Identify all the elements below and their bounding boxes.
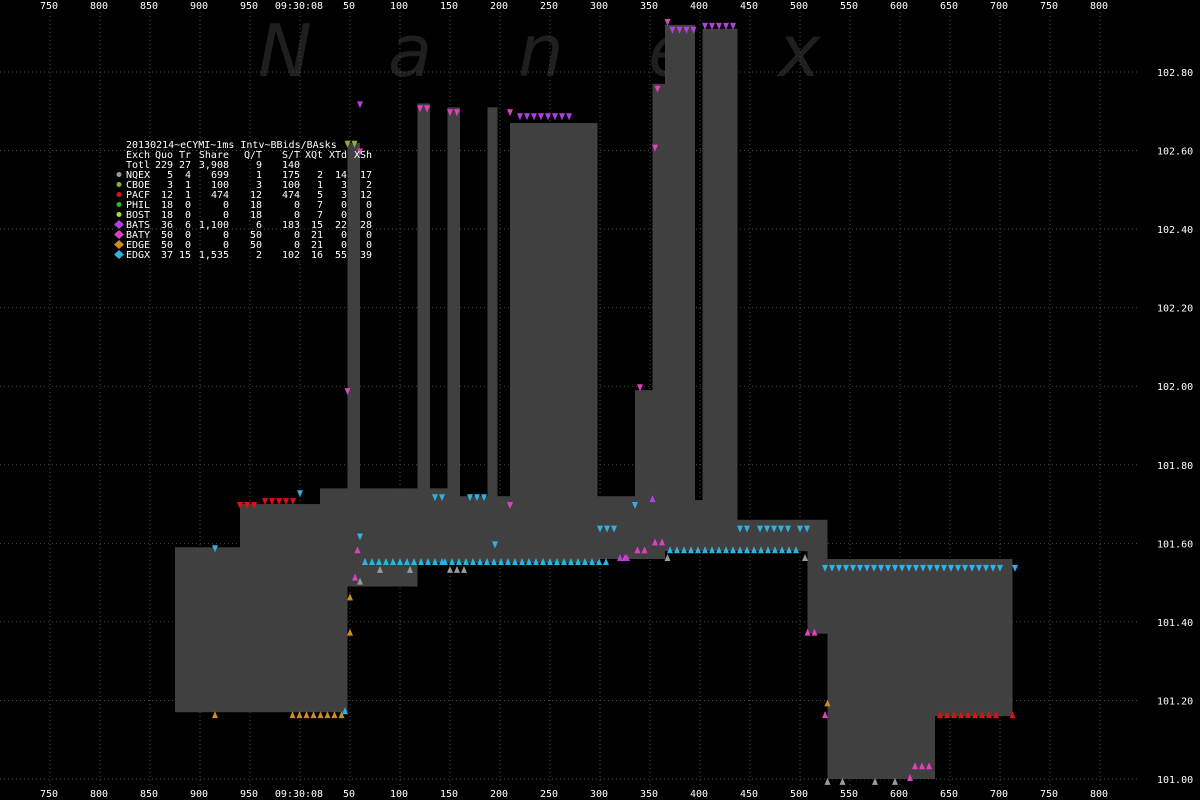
legend-circle-marker — [116, 192, 122, 197]
x-tick-label-bottom: 850 — [140, 789, 158, 800]
x-tick-label-bottom: 800 — [1090, 789, 1108, 800]
y-tick-label: 101.20 — [1157, 696, 1193, 707]
legend-cell-qt: 2 — [256, 250, 262, 261]
x-tick-label-top: 50 — [343, 1, 355, 12]
x-tick-label-top: 600 — [890, 1, 908, 12]
y-tick-label: 102.60 — [1157, 147, 1193, 158]
spread-segment — [652, 83, 665, 560]
y-tick-label: 101.60 — [1157, 539, 1193, 550]
spread-segment — [430, 488, 448, 563]
y-tick-label: 102.80 — [1157, 68, 1193, 79]
spread-segment — [510, 123, 598, 563]
x-tick-label-bottom: 900 — [190, 789, 208, 800]
watermark-letter: x — [776, 9, 822, 93]
x-tick-label-top: 700 — [990, 1, 1008, 12]
legend-header-cell: XTd — [329, 150, 347, 161]
x-tick-label-top: 450 — [740, 1, 758, 12]
x-tick-label-bottom: 350 — [640, 789, 658, 800]
spread-segment — [665, 24, 695, 552]
x-tick-label-top: 750 — [1040, 1, 1058, 12]
x-tick-label-bottom: 700 — [990, 789, 1008, 800]
spread-segment — [827, 559, 935, 779]
x-tick-label-bottom: 650 — [940, 789, 958, 800]
legend-cell-st: 102 — [282, 250, 300, 261]
y-tick-label: 101.00 — [1157, 775, 1193, 786]
spread-segment — [447, 107, 460, 563]
legend-circle-marker — [116, 202, 122, 207]
x-tick-label-bottom: 200 — [490, 789, 508, 800]
spread-segment — [702, 28, 738, 552]
x-tick-label-bottom: 450 — [740, 789, 758, 800]
x-tick-label-top: 800 — [1090, 1, 1108, 12]
x-tick-label-bottom: 09:30:08 — [275, 789, 323, 800]
x-tick-label-bottom: 750 — [1040, 789, 1058, 800]
spread-segment — [347, 142, 360, 560]
spread-segment — [807, 519, 828, 634]
y-tick-label: 101.80 — [1157, 461, 1193, 472]
legend-cell-xqt: 16 — [311, 250, 323, 261]
spread-segment — [695, 500, 703, 552]
spread-segment — [460, 496, 488, 563]
x-tick-label-bottom: 600 — [890, 789, 908, 800]
spread-segment — [597, 496, 635, 560]
legend-cell-xtd: 55 — [335, 250, 347, 261]
legend-header-cell: XSh — [354, 150, 372, 161]
x-tick-label-top: 800 — [90, 1, 108, 12]
x-tick-label-bottom: 100 — [390, 789, 408, 800]
x-tick-label-top: 400 — [690, 1, 708, 12]
spread-segment — [487, 107, 498, 563]
x-tick-label-bottom: 400 — [690, 789, 708, 800]
y-tick-label: 102.00 — [1157, 382, 1193, 393]
x-tick-label-bottom: 150 — [440, 789, 458, 800]
legend-circle-marker — [116, 212, 122, 217]
spread-segment — [240, 504, 320, 560]
x-tick-label-bottom: 550 — [840, 789, 858, 800]
x-tick-label-bottom: 750 — [40, 789, 58, 800]
x-tick-label-top: 900 — [190, 1, 208, 12]
x-tick-label-bottom: 800 — [90, 789, 108, 800]
y-tick-label: 101.40 — [1157, 618, 1193, 629]
legend-cell-exch: EDGX — [126, 250, 150, 261]
legend-cell-xsh: 39 — [360, 250, 372, 261]
chart-canvas: Nanex 75080085090095009:30:0850100150200… — [0, 0, 1200, 800]
legend-cell-share: 1,535 — [199, 250, 229, 261]
x-tick-label-top: 250 — [540, 1, 558, 12]
x-tick-label-bottom: 500 — [790, 789, 808, 800]
watermark-letter: N — [258, 9, 312, 93]
spread-segment — [417, 103, 430, 563]
x-tick-label-top: 750 — [40, 1, 58, 12]
x-tick-label-top: 500 — [790, 1, 808, 12]
spread-segment — [497, 496, 510, 563]
legend-cell-quo: 37 — [161, 250, 173, 261]
x-tick-label-top: 200 — [490, 1, 508, 12]
spread-segment — [737, 519, 808, 552]
watermark-letter: n — [518, 9, 564, 93]
legend-circle-marker — [116, 182, 122, 187]
watermark-letter: a — [388, 9, 432, 93]
x-tick-label-bottom: 300 — [590, 789, 608, 800]
legend-cell-tr: 15 — [179, 250, 191, 261]
x-tick-label-top: 09:30:08 — [275, 1, 323, 12]
y-tick-label: 102.20 — [1157, 304, 1193, 315]
x-tick-label-top: 100 — [390, 1, 408, 12]
x-tick-label-top: 350 — [640, 1, 658, 12]
spread-segment — [320, 488, 418, 587]
x-tick-label-top: 300 — [590, 1, 608, 12]
x-tick-label-top: 150 — [440, 1, 458, 12]
x-tick-label-bottom: 950 — [240, 789, 258, 800]
x-tick-label-bottom: 250 — [540, 789, 558, 800]
y-tick-label: 102.40 — [1157, 225, 1193, 236]
x-tick-label-top: 650 — [940, 1, 958, 12]
spread-segment — [935, 559, 1013, 717]
x-tick-label-top: 950 — [240, 1, 258, 12]
legend-header-cell: XQt — [305, 150, 323, 161]
x-tick-label-bottom: 50 — [343, 789, 355, 800]
x-tick-label-top: 850 — [140, 1, 158, 12]
x-tick-label-top: 550 — [840, 1, 858, 12]
spread-segment — [635, 390, 653, 560]
legend-circle-marker — [116, 172, 122, 177]
